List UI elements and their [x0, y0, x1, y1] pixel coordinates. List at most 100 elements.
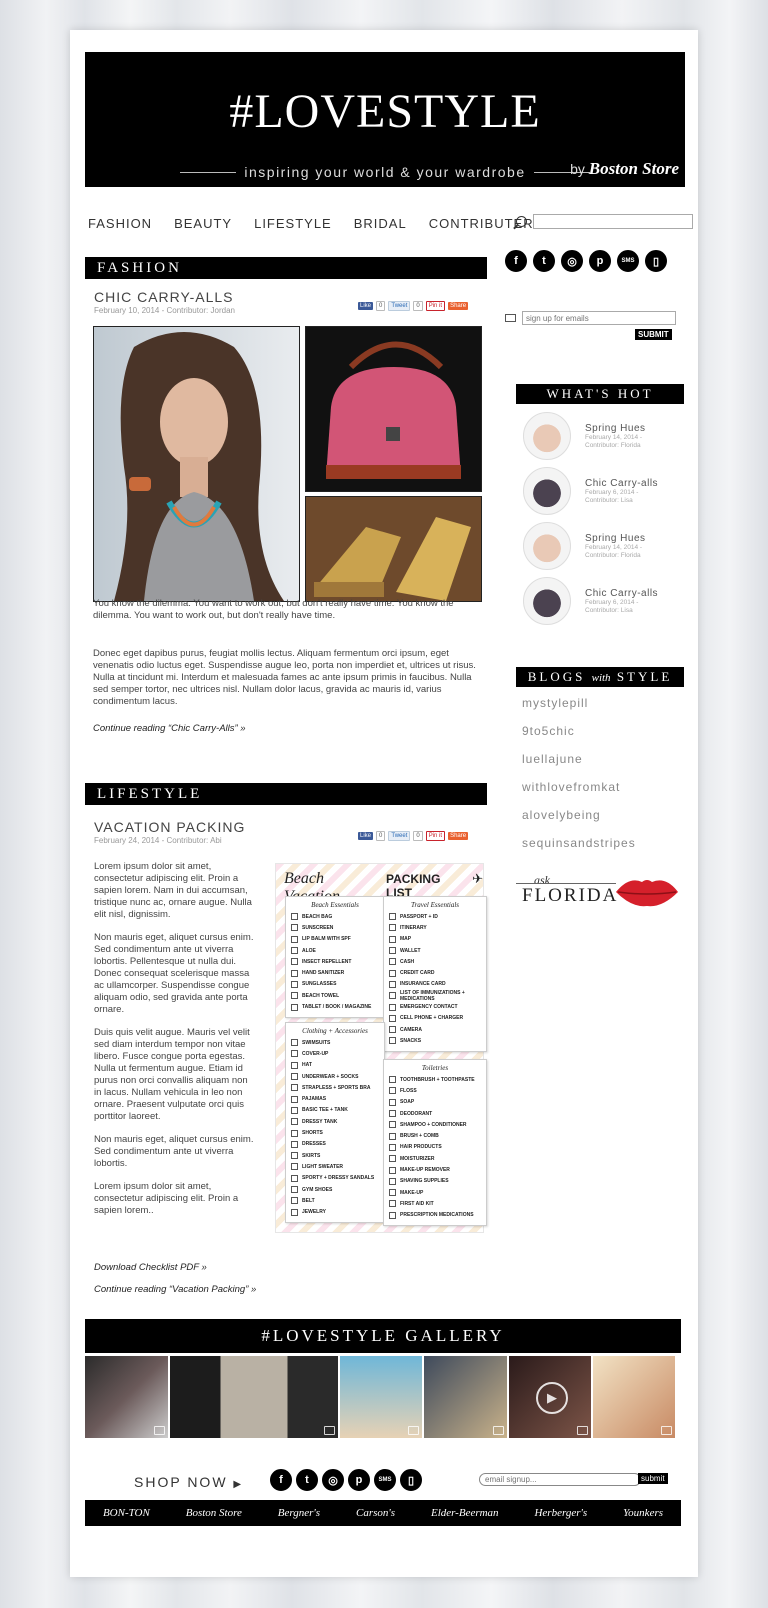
instagram-icon[interactable]: ◎ — [322, 1469, 344, 1491]
checklist-group-title: Toiletries — [421, 1064, 449, 1072]
shop-now-link[interactable]: SHOP NOW ▶ — [134, 1474, 243, 1490]
pinterest-icon[interactable]: p — [589, 250, 611, 272]
share-button[interactable]: Share — [448, 832, 469, 840]
footer-email-input[interactable] — [479, 1473, 641, 1486]
tweet-button[interactable]: Tweet — [388, 301, 411, 311]
facebook-like-button[interactable]: Like — [358, 832, 374, 840]
checkbox-icon — [291, 1106, 298, 1114]
footer-brand-link[interactable]: BON-TON — [103, 1507, 150, 1519]
instagram-icon[interactable]: ◎ — [561, 250, 583, 272]
gallery-photo[interactable] — [593, 1356, 675, 1438]
post-body: Lorem ipsum dolor sit amet, consectetur … — [94, 861, 254, 1217]
post-title[interactable]: VACATION PACKING — [94, 819, 245, 835]
footer-brand-link[interactable]: Carson's — [356, 1507, 395, 1519]
blog-link[interactable]: sequinsandstripes — [522, 836, 636, 864]
play-icon[interactable]: ▶ — [536, 1382, 568, 1414]
checkbox-icon — [291, 1174, 298, 1182]
email-signup-input[interactable] — [522, 311, 676, 325]
checklist-item-label: MOISTURIZER — [400, 1155, 435, 1162]
checklist-item: SHAMPOO + CONDITIONER — [389, 1119, 481, 1130]
whats-hot-item[interactable]: Chic Carry-alls February 6, 2014 - Contrib… — [523, 577, 688, 625]
whats-hot-item[interactable]: Spring Hues February 14, 2014 - Contributo… — [523, 412, 688, 460]
tweet-button[interactable]: Tweet — [388, 831, 411, 841]
search-icon[interactable] — [516, 216, 527, 227]
checklist-item: SNACKS — [389, 1035, 481, 1046]
search-input[interactable] — [533, 214, 693, 229]
facebook-icon[interactable]: f — [505, 250, 527, 272]
nav-item-beauty[interactable]: BEAUTY — [174, 216, 232, 231]
blog-link[interactable]: alovelybeing — [522, 808, 636, 836]
checklist-item: CELL PHONE + CHARGER — [389, 1013, 481, 1024]
mobile-icon[interactable]: ▯ — [400, 1469, 422, 1491]
email-submit-button[interactable]: SUBMIT — [635, 329, 672, 340]
footer-brand-link[interactable]: Herberger's — [534, 1507, 587, 1519]
packing-list-graphic[interactable]: Beach Vacation PACKING LIST ✈ Beach Esse… — [275, 863, 487, 1233]
twitter-icon[interactable]: t — [533, 250, 555, 272]
email-signup — [505, 311, 676, 325]
download-checklist-link[interactable]: Download Checklist PDF » — [94, 1262, 207, 1273]
facebook-like-button[interactable]: Like — [358, 302, 374, 310]
blog-link[interactable]: 9to5chic — [522, 724, 636, 752]
pin-it-button[interactable]: Pin it — [425, 301, 446, 311]
facebook-icon[interactable]: f — [270, 1469, 292, 1491]
gallery-photo[interactable] — [170, 1356, 338, 1438]
model-photo[interactable] — [93, 326, 300, 602]
continue-reading-link[interactable]: Continue reading “Chic Carry-Alls” » — [93, 723, 246, 734]
checklist-item: SOAP — [389, 1097, 481, 1108]
hot-date: February 6, 2014 - — [585, 598, 639, 606]
checklist-item: ITINERARY — [389, 922, 481, 933]
handbag-photo[interactable] — [305, 326, 482, 492]
checkbox-icon — [389, 935, 396, 943]
post-title[interactable]: CHIC CARRY-ALLS — [94, 289, 234, 305]
blog-link[interactable]: luellajune — [522, 752, 636, 780]
site-tagline: inspiring your world & your wardrobe — [244, 164, 526, 180]
checkbox-icon — [389, 913, 396, 921]
pin-it-button[interactable]: Pin it — [425, 831, 446, 841]
sms-icon[interactable]: SMS — [374, 1469, 396, 1491]
whats-hot-item[interactable]: Chic Carry-alls February 6, 2014 - Contrib… — [523, 467, 688, 515]
blog-link[interactable]: mystylepill — [522, 696, 636, 724]
checkbox-icon — [389, 958, 396, 966]
gallery-photo[interactable] — [424, 1356, 507, 1438]
gallery-photo[interactable] — [340, 1356, 422, 1438]
whats-hot-list: Spring Hues February 14, 2014 - Contributo… — [523, 412, 688, 632]
checklist-item-label: CAMERA — [400, 1026, 422, 1033]
footer-submit-button[interactable]: submit — [638, 1473, 668, 1484]
sms-icon[interactable]: SMS — [617, 250, 639, 272]
nav-item-lifestyle[interactable]: LIFESTYLE — [254, 216, 332, 231]
blog-link[interactable]: withlovefromkat — [522, 780, 636, 808]
header-banner[interactable]: #LOVESTYLE inspiring your world & your w… — [85, 52, 685, 187]
checklist-item: WALLET — [389, 945, 481, 956]
checklist-item: DEODORANT — [389, 1108, 481, 1119]
checklist-item: BEACH BAG — [291, 911, 379, 922]
checklist-item-label: HAT — [302, 1062, 312, 1069]
pinterest-icon[interactable]: p — [348, 1469, 370, 1491]
checklist-item: TABLET / BOOK / MAGAZINE — [291, 1001, 379, 1012]
gallery-photo[interactable] — [85, 1356, 168, 1438]
gallery-video[interactable]: ▶ — [509, 1356, 591, 1438]
sandals-photo[interactable] — [305, 496, 482, 602]
twitter-icon[interactable]: t — [296, 1469, 318, 1491]
checklist-item-label: HAND SANITIZER — [302, 970, 345, 977]
ask-florida-banner[interactable]: ask FLORIDA — [516, 873, 686, 911]
checklist-item: UNDERWEAR + SOCKS — [291, 1071, 379, 1082]
checklist-item: SHORTS — [291, 1127, 379, 1138]
checkbox-icon — [291, 947, 298, 955]
footer-brand-link[interactable]: Bergner's — [278, 1507, 320, 1519]
share-bar: Like 0 Tweet 0 Pin it Share — [358, 301, 469, 311]
mobile-icon[interactable]: ▯ — [645, 250, 667, 272]
footer-brand-link[interactable]: Elder-Beerman — [431, 1507, 499, 1519]
share-button[interactable]: Share — [448, 302, 469, 310]
footer-brand-link[interactable]: Boston Store — [186, 1507, 242, 1519]
gallery-strip: ▶ — [85, 1356, 681, 1438]
whats-hot-heading: WHAT'S HOT — [516, 384, 684, 404]
checklist-item-label: BELT — [302, 1197, 315, 1204]
continue-reading-link[interactable]: Continue reading “Vacation Packing” » — [94, 1284, 256, 1295]
footer-brand-link[interactable]: Younkers — [623, 1507, 663, 1519]
blogs-heading-c: STYLE — [616, 669, 673, 684]
whats-hot-item[interactable]: Spring Hues February 14, 2014 - Contributo… — [523, 522, 688, 570]
nav-item-bridal[interactable]: BRIDAL — [354, 216, 407, 231]
footer-brand-bar: BON-TON Boston Store Bergner's Carson's Elde… — [85, 1500, 681, 1526]
nav-item-fashion[interactable]: FASHION — [88, 216, 152, 231]
checkbox-icon — [389, 992, 396, 1000]
